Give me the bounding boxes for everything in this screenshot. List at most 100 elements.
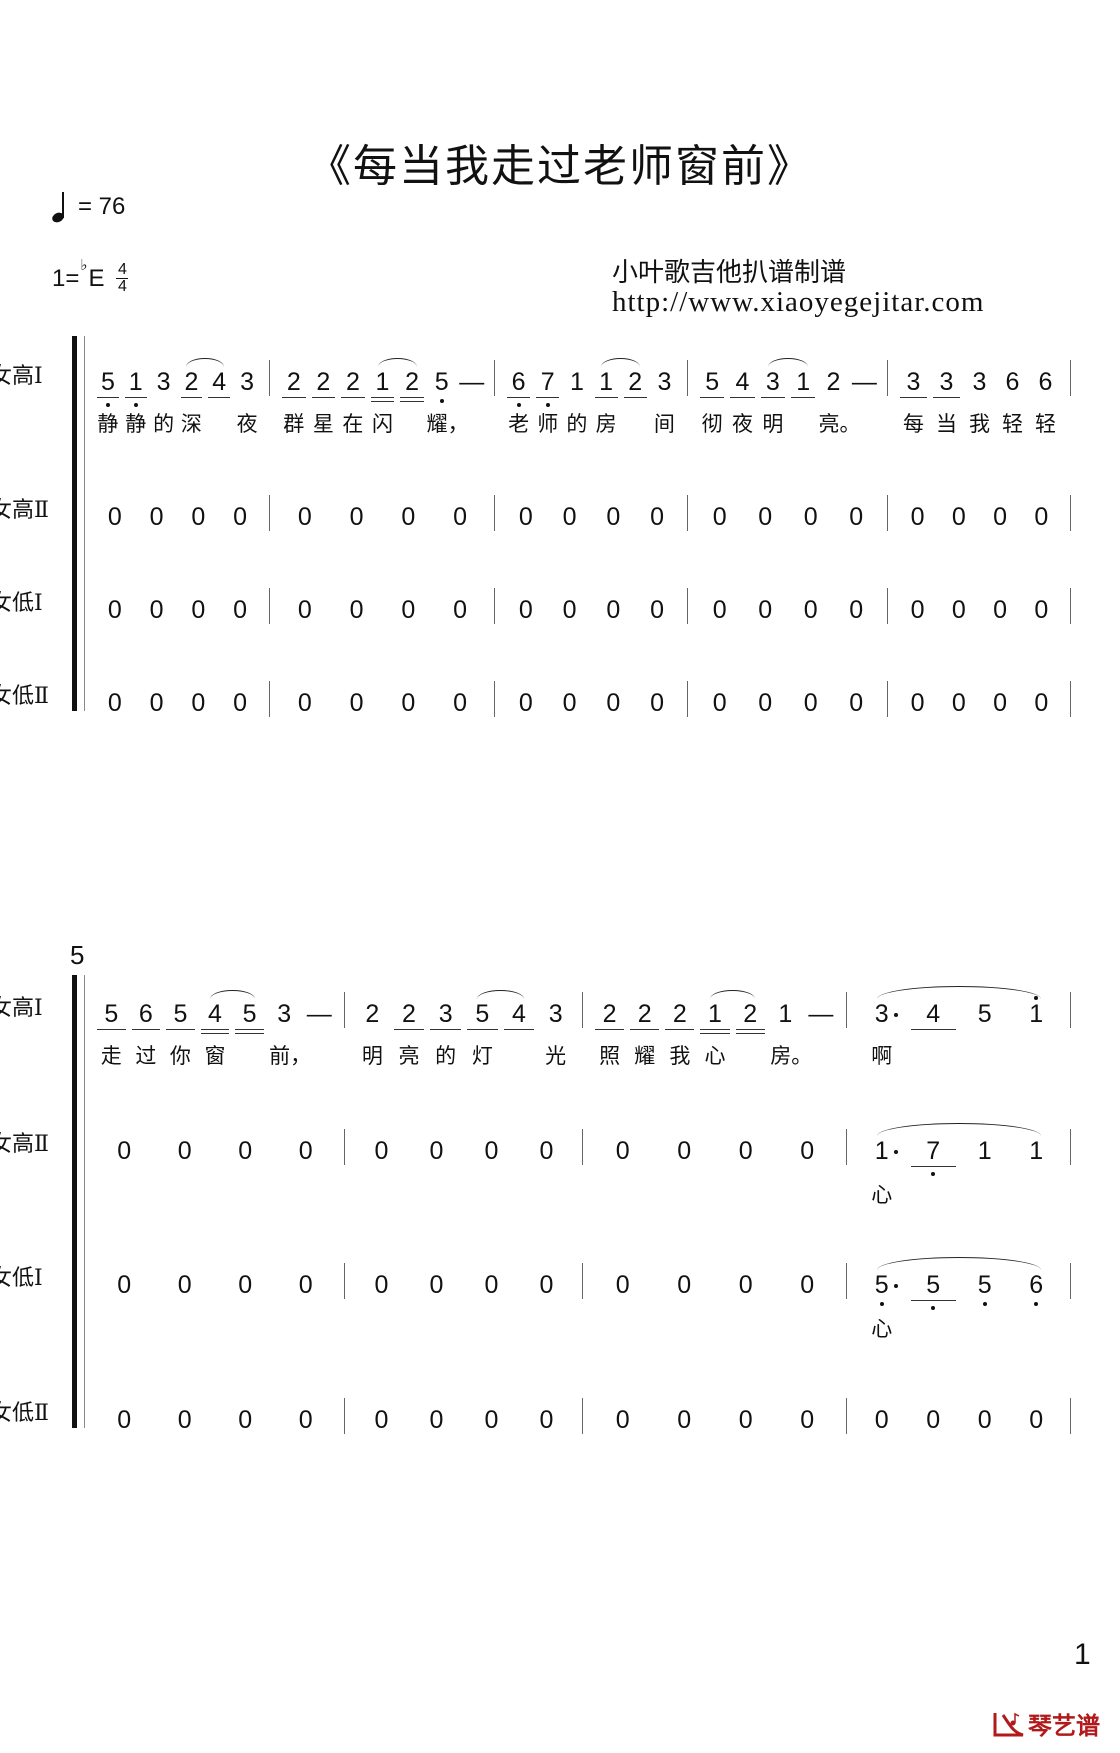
- note: 0: [107, 596, 122, 624]
- note: 1: [874, 1137, 889, 1165]
- note: 0: [712, 689, 727, 717]
- note: 0: [149, 503, 164, 531]
- note: 4: [926, 1000, 941, 1028]
- slur: [477, 990, 524, 999]
- note: 0: [349, 503, 364, 531]
- note: 0: [374, 1271, 389, 1299]
- note: —: [459, 368, 485, 396]
- page-title: 《每当我走过老师窗前》: [307, 141, 813, 192]
- beat-underline: [910, 1300, 956, 1301]
- beat-underline: [730, 397, 755, 398]
- note: 0: [1034, 503, 1049, 531]
- slur: [601, 358, 641, 367]
- note: 0: [800, 1406, 815, 1434]
- note: 0: [484, 1406, 499, 1434]
- barline: [1070, 992, 1071, 1028]
- note: 0: [562, 689, 577, 717]
- note: 1: [599, 368, 614, 396]
- logo-text: 琴艺谱: [1028, 1713, 1100, 1740]
- note: 5: [104, 1000, 119, 1028]
- octave-dot-below: [545, 403, 550, 407]
- system-start-line: [84, 336, 85, 711]
- note: 0: [562, 596, 577, 624]
- note: 5: [242, 1000, 257, 1028]
- lyric: 耀: [634, 1044, 656, 1068]
- note: 0: [677, 1406, 692, 1434]
- note: 0: [484, 1137, 499, 1165]
- score-page: 《每当我走过老师窗前》 = 76 1= ♭ E 4 4 小叶歌吉他扒谱制谱 ht…: [0, 0, 1120, 1753]
- note: 0: [849, 596, 864, 624]
- lyric: 走: [100, 1044, 122, 1068]
- system-bracket: [72, 975, 77, 1428]
- beat-underline: [760, 397, 785, 398]
- lyric: 心: [871, 1317, 893, 1341]
- note: 0: [606, 503, 621, 531]
- note: 0: [298, 1406, 313, 1434]
- note: 5: [100, 368, 115, 396]
- note: 0: [803, 596, 818, 624]
- note: 0: [977, 1406, 992, 1434]
- note: —: [808, 1000, 834, 1028]
- lyric: 亮。: [818, 412, 861, 436]
- note: —: [851, 368, 877, 396]
- barline: [887, 495, 888, 531]
- note: 0: [993, 596, 1008, 624]
- note: 0: [738, 1271, 753, 1299]
- note: 0: [297, 503, 312, 531]
- beat-underline: [791, 397, 816, 398]
- note: 4: [512, 1000, 526, 1028]
- note: 0: [107, 503, 122, 531]
- beat-underline: [341, 397, 365, 398]
- augmentation-dot: [893, 1150, 898, 1154]
- lyric: 明: [361, 1044, 383, 1068]
- credit-author: 小叶歌吉他扒谱制谱: [612, 258, 847, 288]
- barline: [1070, 1263, 1071, 1299]
- lyric: 心: [704, 1044, 726, 1068]
- note: 3: [277, 1000, 292, 1028]
- lyric: 你: [169, 1044, 191, 1068]
- note: 1: [977, 1137, 992, 1165]
- credit-url: http://www.xiaoyegejitar.com: [612, 286, 985, 318]
- note: 0: [297, 596, 312, 624]
- note: 0: [401, 689, 416, 717]
- barline: [582, 1129, 583, 1165]
- barline: [887, 681, 888, 717]
- note: 5: [173, 1000, 188, 1028]
- note: 0: [401, 503, 416, 531]
- augmentation-dot: [893, 1284, 898, 1288]
- note: 0: [233, 503, 248, 531]
- note: 0: [951, 689, 966, 717]
- note: 0: [1029, 1406, 1044, 1434]
- note: 3: [939, 368, 954, 396]
- lyric: 的: [153, 412, 175, 436]
- beat-underline: [370, 401, 395, 402]
- octave-dot-below: [931, 1172, 936, 1176]
- note: 0: [874, 1406, 889, 1434]
- note: 0: [712, 503, 727, 531]
- note: 2: [602, 1000, 617, 1028]
- note: 0: [149, 596, 164, 624]
- barline: [887, 588, 888, 624]
- note: 0: [453, 689, 468, 717]
- time-bottom: 4: [118, 278, 127, 295]
- lyric: 前，: [269, 1044, 312, 1068]
- key-signature: 1= ♭ E 4 4: [52, 257, 129, 295]
- lyric: 的: [435, 1044, 457, 1068]
- barline: [582, 1398, 583, 1434]
- note: 0: [951, 596, 966, 624]
- beat-underline: [594, 397, 618, 398]
- note: 0: [484, 1271, 499, 1299]
- beat-underline: [467, 1029, 498, 1030]
- note: 0: [615, 1271, 630, 1299]
- slur: [876, 986, 1042, 999]
- note: 4: [212, 368, 227, 396]
- lyric: 我: [669, 1044, 691, 1068]
- beat-underline: [400, 401, 424, 402]
- barline: [344, 992, 345, 1028]
- note: —: [306, 1000, 332, 1028]
- slur: [767, 358, 809, 367]
- lyric: 我: [969, 412, 990, 436]
- note: 0: [453, 503, 468, 531]
- lyric: 光: [545, 1044, 567, 1068]
- note: 2: [402, 1000, 416, 1028]
